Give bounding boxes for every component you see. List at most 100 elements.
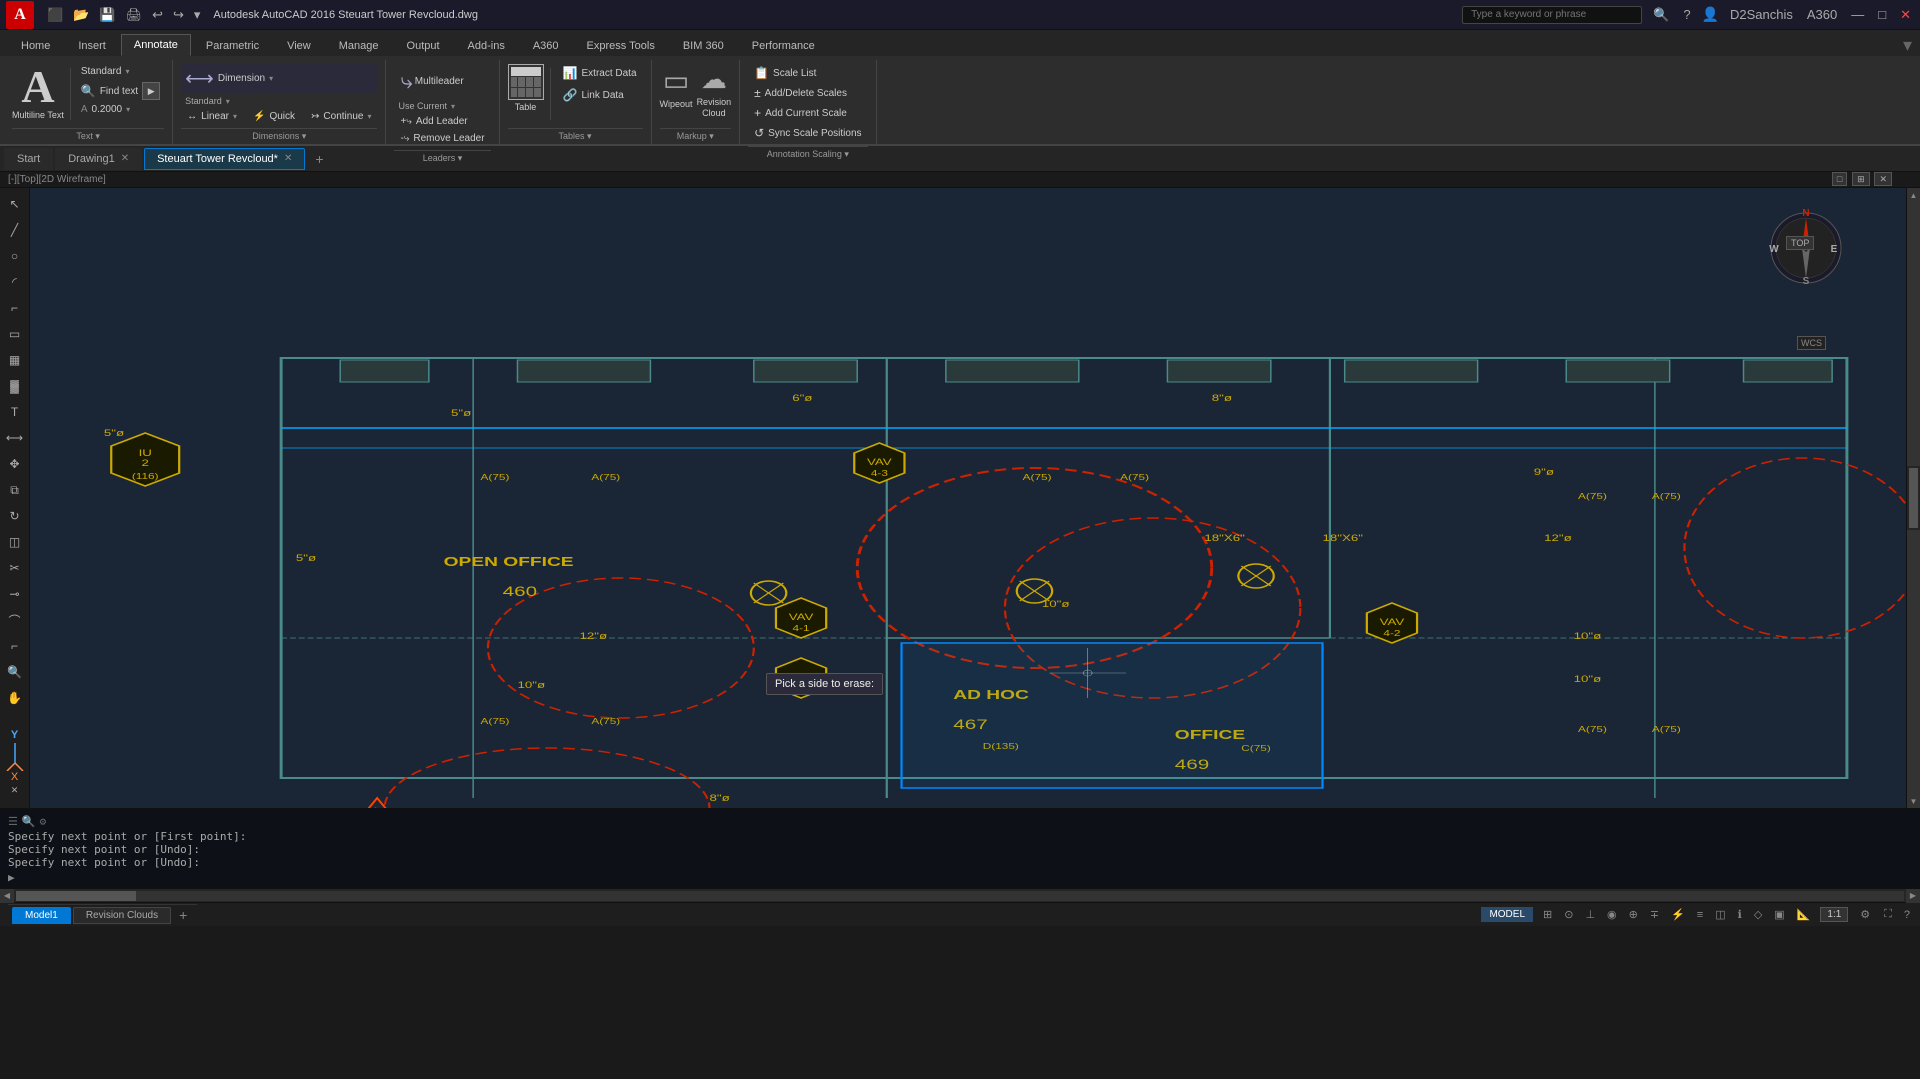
selection-icon[interactable]: ▣: [1772, 908, 1786, 921]
sync-scale-btn[interactable]: ↺ Sync Scale Positions: [748, 124, 867, 142]
dimension-main-btn[interactable]: ⟷ Dimension ▾: [181, 64, 377, 93]
close-revcloud[interactable]: ✕: [284, 153, 292, 164]
lt-pan[interactable]: ✋: [3, 686, 27, 710]
workspace-icon[interactable]: ⚙: [1856, 908, 1874, 921]
qa-open[interactable]: 📂: [70, 5, 92, 25]
info-center-help[interactable]: ?: [1680, 5, 1693, 24]
transparency-icon[interactable]: ◫: [1713, 908, 1727, 921]
h-scroll-thumb[interactable]: [16, 891, 136, 901]
qa-save[interactable]: 💾: [96, 5, 118, 25]
table-btn[interactable]: Table: [508, 64, 544, 112]
scroll-down[interactable]: ▼: [1907, 794, 1920, 808]
tab-home[interactable]: Home: [8, 35, 63, 56]
lt-circle[interactable]: ○: [3, 244, 27, 268]
isoplane-icon[interactable]: ◇: [1752, 908, 1764, 921]
qprops-icon[interactable]: ℹ: [1736, 908, 1744, 921]
otrack-icon[interactable]: ∓: [1648, 908, 1661, 921]
lt-dimension[interactable]: ⟷: [3, 426, 27, 450]
cmd-search-icon[interactable]: 🔍: [22, 815, 36, 828]
snap-icon[interactable]: ⊙: [1562, 908, 1575, 921]
lt-rotate[interactable]: ↻: [3, 504, 27, 528]
osnap-icon[interactable]: ⊕: [1627, 908, 1640, 921]
dynin-icon[interactable]: ⚡: [1669, 908, 1687, 921]
text-size-row[interactable]: A 0.2000 ▾: [77, 103, 164, 116]
leader-style-arrow[interactable]: ▾: [451, 102, 455, 111]
viewport-close[interactable]: ✕: [1874, 172, 1892, 186]
help-status-icon[interactable]: ?: [1902, 909, 1912, 921]
add-delete-scales-btn[interactable]: ± Add/Delete Scales: [748, 84, 867, 102]
tab-manage[interactable]: Manage: [326, 35, 392, 56]
lt-text[interactable]: T: [3, 400, 27, 424]
polar-icon[interactable]: ◉: [1605, 908, 1619, 921]
viewport-maximize[interactable]: □: [1832, 172, 1847, 186]
lt-chamfer[interactable]: ⌐: [3, 634, 27, 658]
quick-dim-btn[interactable]: ⚡ Quick: [247, 109, 301, 124]
close-drawing1[interactable]: ✕: [121, 153, 129, 164]
lt-rectangle[interactable]: ▭: [3, 322, 27, 346]
qa-new[interactable]: ⬛: [44, 5, 66, 25]
viewport-restore[interactable]: ⊞: [1852, 172, 1870, 186]
tab-annotate[interactable]: Annotate: [121, 34, 191, 56]
lineweight-icon[interactable]: ≡: [1695, 909, 1705, 921]
text-style-dropdown[interactable]: Standard ▾: [77, 64, 164, 79]
tab-output[interactable]: Output: [394, 35, 453, 56]
scroll-track[interactable]: [1907, 202, 1920, 466]
autocad-logo[interactable]: A: [6, 1, 34, 29]
tab-a360[interactable]: A360: [520, 35, 572, 56]
lt-fillet[interactable]: ⌒: [3, 608, 27, 632]
tab-parametric[interactable]: Parametric: [193, 35, 272, 56]
doc-tab-drawing1[interactable]: Drawing1 ✕: [55, 148, 142, 170]
add-layout-tab[interactable]: +: [173, 905, 193, 925]
doc-tab-revcloud[interactable]: Steuart Tower Revcloud* ✕: [144, 148, 305, 170]
tab-bim360[interactable]: BIM 360: [670, 35, 737, 56]
h-scroll-track[interactable]: [16, 891, 1904, 901]
link-data-btn[interactable]: 🔗 Link Data: [557, 86, 643, 104]
qa-redo[interactable]: ↪: [170, 5, 187, 25]
wipeout-btn[interactable]: ▭ Wipeout: [660, 64, 693, 109]
add-leader-btn[interactable]: +⤷ Add Leader: [394, 114, 473, 129]
lt-hatch[interactable]: ▦: [3, 348, 27, 372]
continue-dim-btn[interactable]: ↣ Continue ▾: [305, 109, 377, 124]
info-center-search[interactable]: 🔍: [1650, 5, 1672, 25]
qa-dropdown[interactable]: ▾: [191, 5, 204, 25]
grid-icon[interactable]: ⊞: [1541, 908, 1554, 921]
lt-mirror[interactable]: ◫: [3, 530, 27, 554]
revision-cloud-btn[interactable]: ☁ RevisionCloud: [697, 64, 732, 119]
extract-data-btn[interactable]: 📊 Extract Data: [557, 64, 643, 82]
tab-performance[interactable]: Performance: [739, 35, 828, 56]
lt-select[interactable]: ↖: [3, 192, 27, 216]
command-input-field[interactable]: [19, 871, 1912, 884]
add-current-scale-btn[interactable]: + Add Current Scale: [748, 104, 867, 122]
scroll-right[interactable]: ▶: [1906, 889, 1920, 903]
new-tab-button[interactable]: +: [307, 147, 331, 171]
scroll-thumb[interactable]: [1909, 468, 1918, 528]
tab-view[interactable]: View: [274, 35, 324, 56]
qa-undo[interactable]: ↩: [149, 5, 166, 25]
lt-extend[interactable]: ⊸: [3, 582, 27, 606]
cmd-scroll-icon[interactable]: ☰: [8, 815, 18, 828]
lt-arc[interactable]: ◜: [3, 270, 27, 294]
tab-insert[interactable]: Insert: [65, 35, 119, 56]
scroll-up[interactable]: ▲: [1907, 188, 1920, 202]
revision-clouds-tab[interactable]: Revision Clouds: [73, 907, 171, 924]
lt-zoom[interactable]: 🔍: [3, 660, 27, 684]
ortho-icon[interactable]: ⊥: [1583, 908, 1597, 921]
lt-gradient[interactable]: ▓: [3, 374, 27, 398]
remove-leader-btn[interactable]: -⤷ Remove Leader: [394, 131, 490, 146]
dim-style-arrow[interactable]: ▾: [226, 97, 230, 106]
scale-indicator[interactable]: 1:1: [1820, 907, 1848, 922]
tab-addins[interactable]: Add-ins: [455, 35, 518, 56]
scroll-track-bottom[interactable]: [1907, 530, 1920, 794]
doc-tab-start[interactable]: Start: [4, 148, 53, 170]
lt-line[interactable]: ╱: [3, 218, 27, 242]
linear-dim-btn[interactable]: ↔ Linear ▾: [181, 109, 243, 124]
model-tab[interactable]: Model1: [12, 907, 71, 924]
fullscreen-icon[interactable]: ⛶: [1882, 908, 1894, 921]
model-indicator[interactable]: MODEL: [1481, 907, 1533, 922]
app-close[interactable]: ✕: [1897, 5, 1914, 25]
lt-copy[interactable]: ⧉: [3, 478, 27, 502]
multiline-text-button[interactable]: A Multiline Text: [12, 64, 64, 121]
lt-trim[interactable]: ✂: [3, 556, 27, 580]
user-name[interactable]: D2Sanchis: [1727, 5, 1796, 24]
scale-list-btn[interactable]: 📋 Scale List: [748, 64, 867, 82]
